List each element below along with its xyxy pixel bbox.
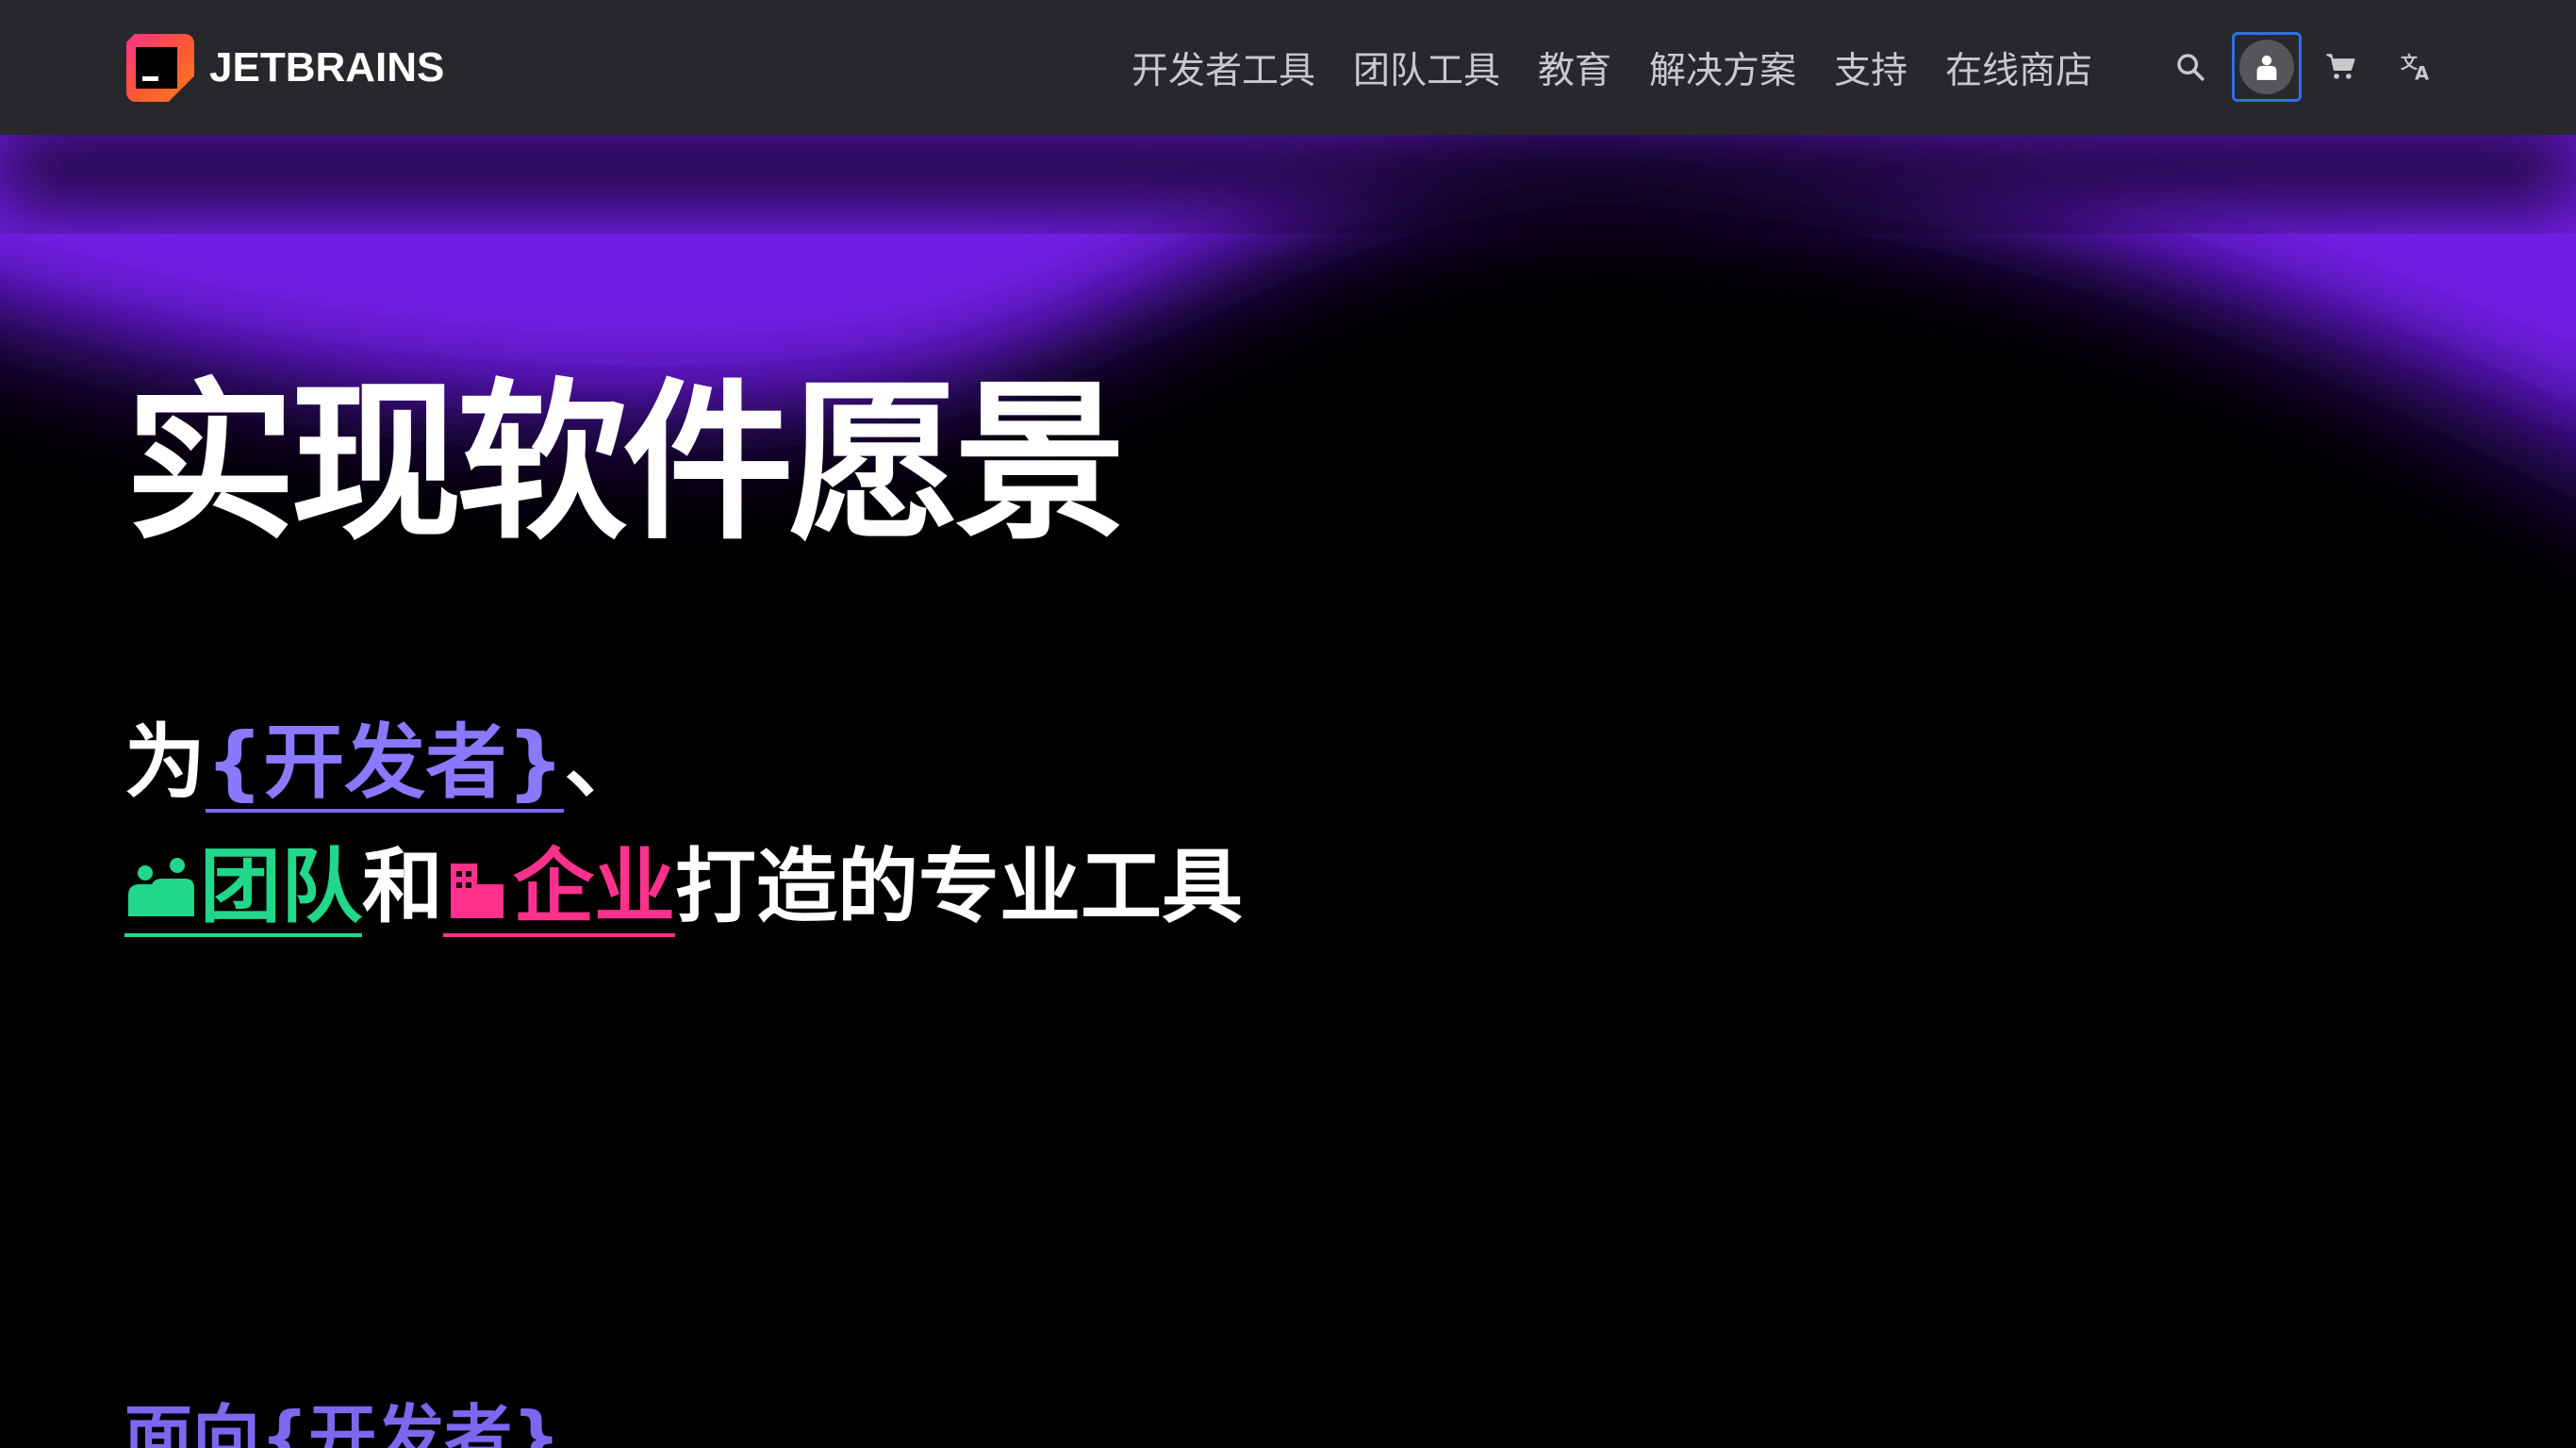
nav-store[interactable]: 在线商店 bbox=[1945, 41, 2092, 94]
brand-name: JETBRAINS bbox=[209, 44, 445, 90]
page: JETBRAINS 开发者工具 团队工具 教育 解决方案 支持 在线商店 文 A… bbox=[0, 0, 2576, 1448]
building-icon bbox=[451, 864, 504, 918]
nav-team-tools[interactable]: 团队工具 bbox=[1353, 41, 1500, 94]
user-account-button[interactable] bbox=[2232, 32, 2302, 102]
svg-text:A: A bbox=[2415, 63, 2429, 84]
subtitle-prefix: 为 bbox=[124, 716, 206, 810]
user-icon bbox=[2256, 55, 2277, 80]
avatar bbox=[2239, 40, 2294, 94]
developers-link[interactable]: {开发者} bbox=[206, 716, 565, 813]
enterprise-link[interactable]: 企业 bbox=[443, 847, 675, 937]
search-icon bbox=[2177, 54, 2204, 81]
nav-solutions[interactable]: 解决方案 bbox=[1649, 41, 1796, 94]
nav-education[interactable]: 教育 bbox=[1538, 41, 1611, 94]
subtitle-separator: 、 bbox=[564, 716, 646, 810]
jetbrains-logo-link[interactable]: JETBRAINS bbox=[126, 33, 444, 103]
teams-link-label: 团队 bbox=[200, 840, 362, 934]
team-icon bbox=[128, 858, 194, 916]
subtitle-and: 和 bbox=[362, 840, 443, 934]
hero-title: 实现软件愿景 bbox=[124, 363, 1126, 563]
nav-developer-tools[interactable]: 开发者工具 bbox=[1131, 41, 1315, 94]
main-nav: 开发者工具 团队工具 教育 解决方案 支持 在线商店 bbox=[1131, 0, 2092, 135]
enterprise-link-label: 企业 bbox=[513, 840, 675, 934]
search-button[interactable] bbox=[2155, 32, 2225, 102]
hero-subtitle-line-1: 为 {开发者} 、 bbox=[124, 722, 645, 813]
cart-button[interactable] bbox=[2306, 32, 2376, 102]
nav-support[interactable]: 支持 bbox=[1834, 41, 1907, 94]
translate-icon: 文 A bbox=[2401, 53, 2429, 84]
language-button[interactable]: 文 A bbox=[2383, 32, 2452, 102]
subtitle-suffix: 打造的专业工具 bbox=[675, 840, 1243, 934]
for-developers-heading: 面向{开发者} bbox=[124, 1397, 561, 1448]
developers-link-label: {开发者} bbox=[206, 716, 565, 810]
cart-icon bbox=[2326, 54, 2355, 79]
top-navigation-bar: JETBRAINS 开发者工具 团队工具 教育 解决方案 支持 在线商店 文 A bbox=[0, 0, 2576, 135]
jetbrains-logo-icon bbox=[126, 34, 194, 102]
hero-subtitle-line-2: 团队 和 企业 打造的专业工具 bbox=[124, 847, 1243, 937]
teams-link[interactable]: 团队 bbox=[124, 847, 362, 937]
